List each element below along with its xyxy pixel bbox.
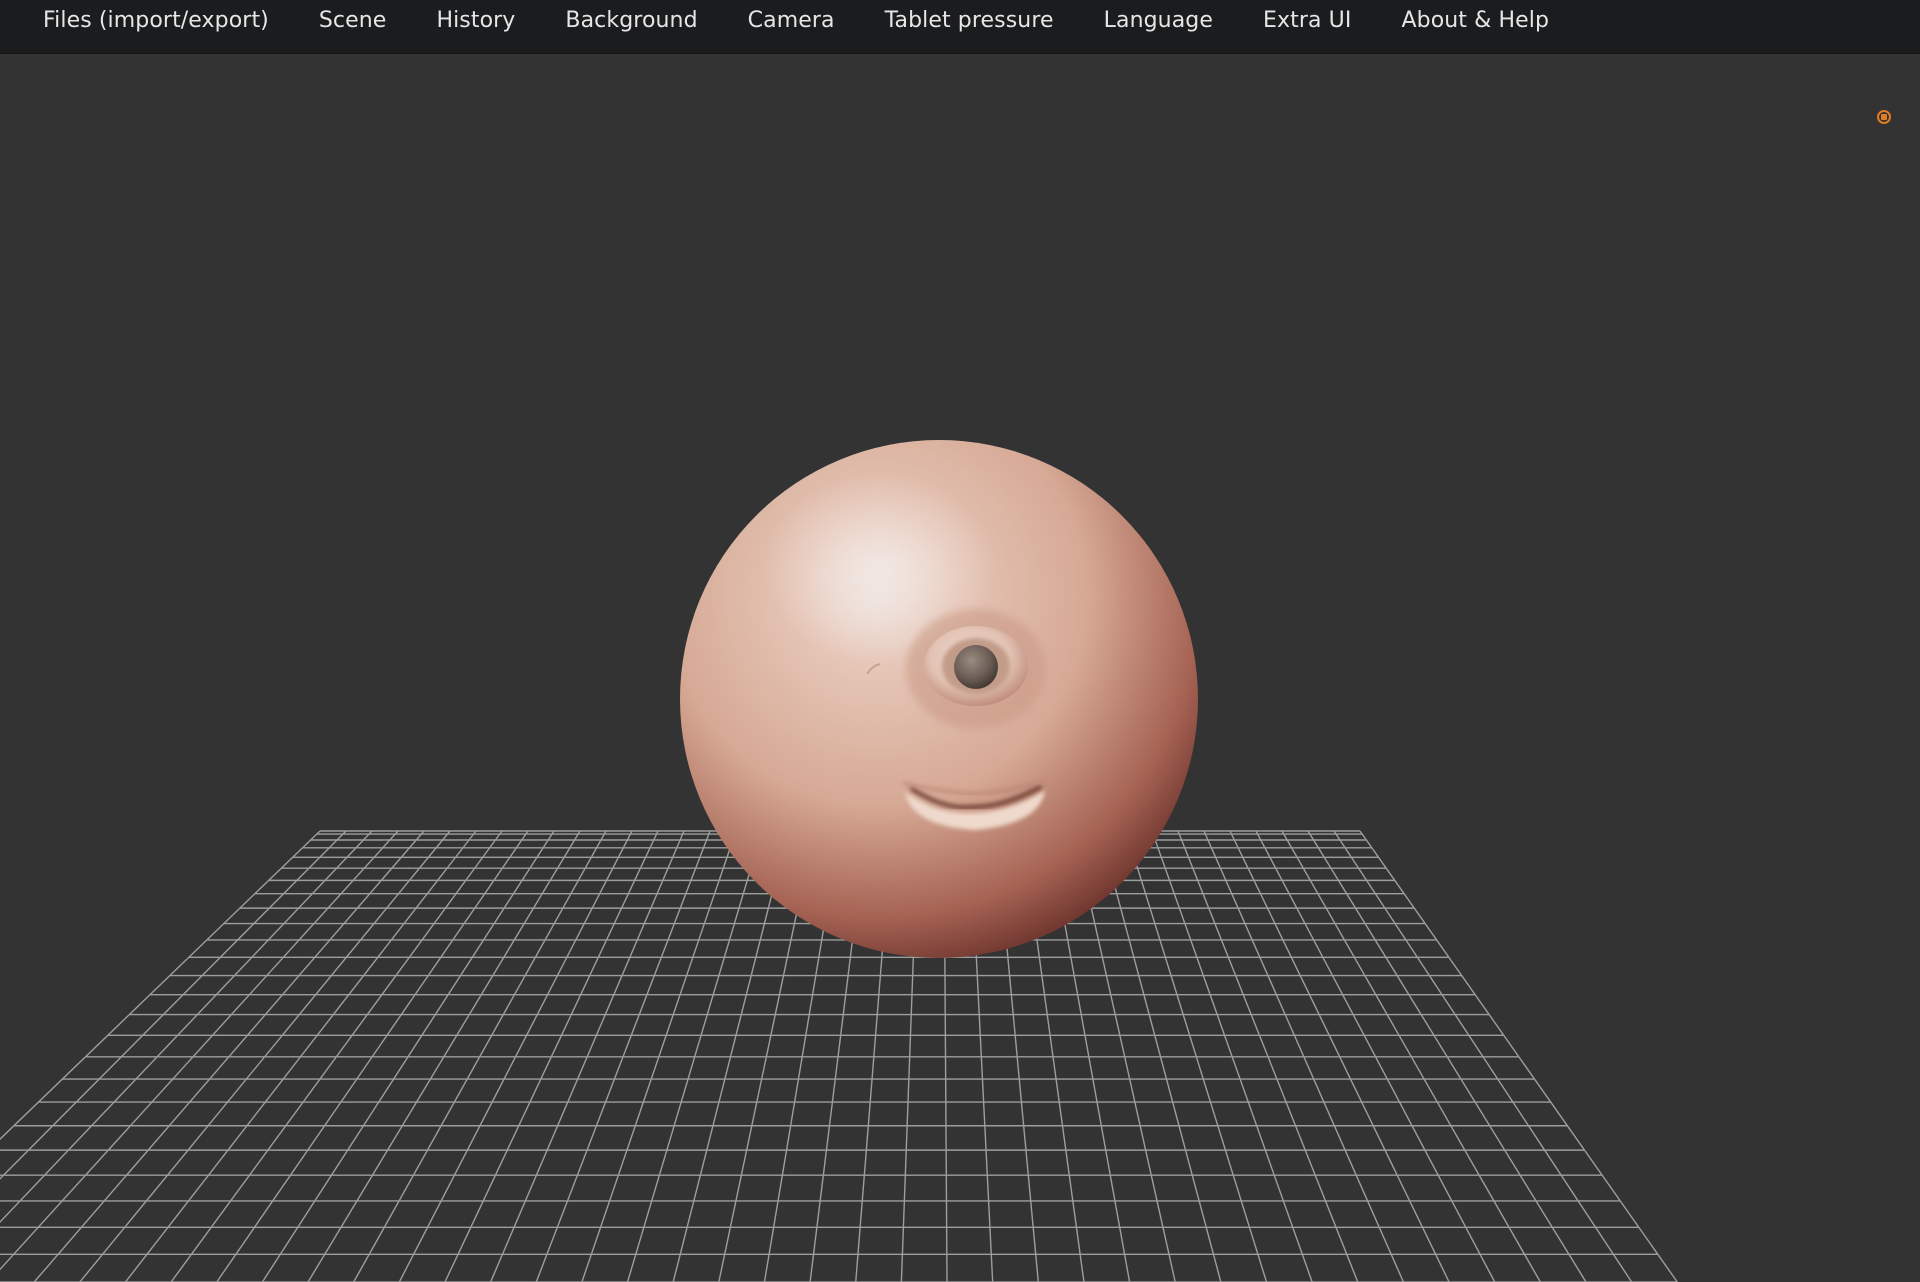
menu-about-help[interactable]: About & Help [1376,0,1574,54]
eye-pupil [954,645,998,689]
menu-background[interactable]: Background [540,0,722,54]
menu-scene[interactable]: Scene [294,0,412,54]
sculpt-app: Files (import/export) Scene History Back… [0,0,1920,1282]
3d-viewport[interactable] [0,54,1920,1282]
record-indicator-icon[interactable] [1877,110,1891,124]
menu-language[interactable]: Language [1079,0,1238,54]
menu-history[interactable]: History [411,0,540,54]
sculpt-head-mesh[interactable] [680,440,1198,958]
top-menu-bar: Files (import/export) Scene History Back… [0,0,1920,54]
menu-files[interactable]: Files (import/export) [18,0,294,54]
viewport-canvas[interactable] [0,54,1920,1282]
menu-tablet-pressure[interactable]: Tablet pressure [860,0,1079,54]
menu-extra-ui[interactable]: Extra UI [1238,0,1376,54]
menu-camera[interactable]: Camera [723,0,860,54]
